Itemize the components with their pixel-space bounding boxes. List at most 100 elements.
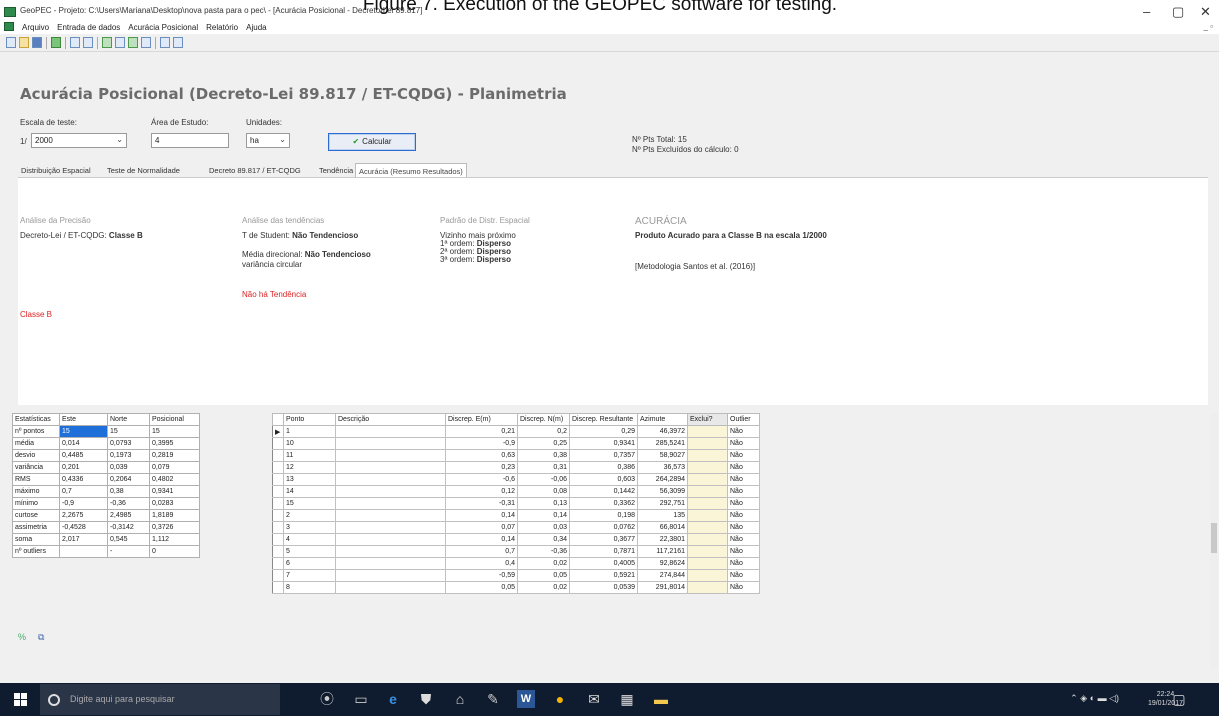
cell[interactable]: 4	[283, 533, 336, 546]
cell[interactable]: 0,38	[517, 449, 570, 462]
cell[interactable]: 0,21	[445, 425, 518, 438]
cell[interactable]: 12	[283, 461, 336, 474]
menu-item[interactable]: Entrada de dados	[57, 23, 120, 32]
cell[interactable]: 0,14	[445, 509, 518, 522]
tab-decree[interactable]: Decreto 89.817 / ET-CQDG	[206, 163, 304, 178]
windows-start-icon[interactable]	[14, 693, 28, 707]
cell[interactable]: 0,9341	[149, 485, 200, 498]
cell[interactable]: Não	[727, 497, 760, 510]
row-label[interactable]: média	[12, 437, 60, 450]
chart-icon[interactable]: %	[18, 632, 31, 644]
tab-normality[interactable]: Teste de Normalidade	[104, 163, 183, 178]
menu-item[interactable]: Arquivo	[22, 23, 49, 32]
cell[interactable]: 0,23	[445, 461, 518, 474]
cell[interactable]: 13	[283, 473, 336, 486]
row-header[interactable]	[272, 521, 284, 534]
cell[interactable]	[335, 557, 446, 570]
cell[interactable]: 0,2	[517, 425, 570, 438]
cell[interactable]	[335, 581, 446, 594]
cell[interactable]: 0,38	[107, 485, 150, 498]
cell[interactable]: 0,014	[59, 437, 108, 450]
column-header[interactable]: Discrep. N(m)	[517, 413, 570, 426]
cell[interactable]: 1,112	[149, 533, 200, 546]
cell[interactable]: 0,0283	[149, 497, 200, 510]
row-header[interactable]	[272, 533, 284, 546]
cell[interactable]: 0,198	[569, 509, 638, 522]
cell[interactable]	[687, 533, 728, 546]
cell[interactable]: 0,545	[107, 533, 150, 546]
cell[interactable]: 274,844	[637, 569, 688, 582]
cell[interactable]: 14	[283, 485, 336, 498]
mdi-window-controls[interactable]: _ ▫	[1203, 22, 1213, 31]
cell[interactable]: 10	[283, 437, 336, 450]
close-button[interactable]: ✕	[1200, 4, 1211, 20]
table-row[interactable]: 14 0,12 0,08 0,1442 56,3099 Não	[272, 485, 760, 498]
cell[interactable]: 0,603	[569, 473, 638, 486]
cell[interactable]: 0,039	[107, 461, 150, 474]
row-header[interactable]	[272, 545, 284, 558]
cell[interactable]: Não	[727, 581, 760, 594]
cell[interactable]	[335, 497, 446, 510]
cell[interactable]: 2,4985	[107, 509, 150, 522]
cell[interactable]: 22,3801	[637, 533, 688, 546]
cell[interactable]: Não	[727, 533, 760, 546]
cell[interactable]: 0,9341	[569, 437, 638, 450]
cell[interactable]: -0,36	[107, 497, 150, 510]
cell[interactable]: 0,0793	[107, 437, 150, 450]
table-row[interactable]: 15 -0,31 0,13 0,3362 292,751 Não	[272, 497, 760, 510]
cell[interactable]: 0,7871	[569, 545, 638, 558]
cell[interactable]: -0,4528	[59, 521, 108, 534]
cell[interactable]: 6	[283, 557, 336, 570]
cell[interactable]: 292,751	[637, 497, 688, 510]
cell[interactable]	[335, 425, 446, 438]
cell[interactable]: 15	[149, 425, 200, 438]
cell[interactable]: Não	[727, 545, 760, 558]
cell[interactable]: 58,9027	[637, 449, 688, 462]
calculator-icon[interactable]: ▦	[618, 690, 636, 708]
mail-icon[interactable]: ✉	[585, 690, 603, 708]
cell[interactable]: 5	[283, 545, 336, 558]
cell[interactable]	[687, 473, 728, 486]
cell[interactable]: 2,2675	[59, 509, 108, 522]
chrome-icon[interactable]: ●	[551, 690, 569, 708]
cell[interactable]: 0,7	[59, 485, 108, 498]
help-icon[interactable]	[173, 37, 183, 48]
cell[interactable]: 117,2161	[637, 545, 688, 558]
vertical-scrollbar[interactable]	[1210, 413, 1218, 668]
cell[interactable]: 0,25	[517, 437, 570, 450]
cell[interactable]: 291,8014	[637, 581, 688, 594]
table-row[interactable]: ▶ 1 0,21 0,2 0,29 46,3972 Não	[272, 425, 760, 438]
cell[interactable]: 0,4005	[569, 557, 638, 570]
cell[interactable]: 0,3726	[149, 521, 200, 534]
cell[interactable]: 0,07	[445, 521, 518, 534]
cell[interactable]	[335, 509, 446, 522]
cell[interactable]: 0	[149, 545, 200, 558]
table-row[interactable]: 2 0,14 0,14 0,198 135 Não	[272, 509, 760, 522]
altimetry-icon[interactable]	[115, 37, 125, 48]
new-icon[interactable]	[6, 37, 16, 48]
cell[interactable]: 0,386	[569, 461, 638, 474]
cell[interactable]: 0,3677	[569, 533, 638, 546]
column-header[interactable]: Posicional	[149, 413, 200, 426]
row-header[interactable]	[272, 449, 284, 462]
cell[interactable]: 0,31	[517, 461, 570, 474]
column-header[interactable]: Estatísticas	[12, 413, 60, 426]
table-row[interactable]: 11 0,63 0,38 0,7357 58,9027 Não	[272, 449, 760, 462]
tab-accuracy-summary[interactable]: Acurácia (Resumo Resultados)	[355, 163, 467, 178]
microphone-icon[interactable]: ⦿	[318, 690, 336, 708]
row-label[interactable]: curtose	[12, 509, 60, 522]
cell[interactable]: 0,201	[59, 461, 108, 474]
cell[interactable]: 0,079	[149, 461, 200, 474]
cell[interactable]: 0,05	[517, 569, 570, 582]
planimetry-icon[interactable]	[102, 37, 112, 48]
points-icon[interactable]	[70, 37, 80, 48]
cell[interactable]: 1,8189	[149, 509, 200, 522]
cell[interactable]	[687, 449, 728, 462]
cell[interactable]: Não	[727, 521, 760, 534]
edge-icon[interactable]: e	[384, 690, 402, 708]
column-header[interactable]: Norte	[107, 413, 150, 426]
column-header[interactable]: Outlier	[727, 413, 760, 426]
cell[interactable]: 3	[283, 521, 336, 534]
cell[interactable]: 0,4802	[149, 473, 200, 486]
cell[interactable]: 135	[637, 509, 688, 522]
